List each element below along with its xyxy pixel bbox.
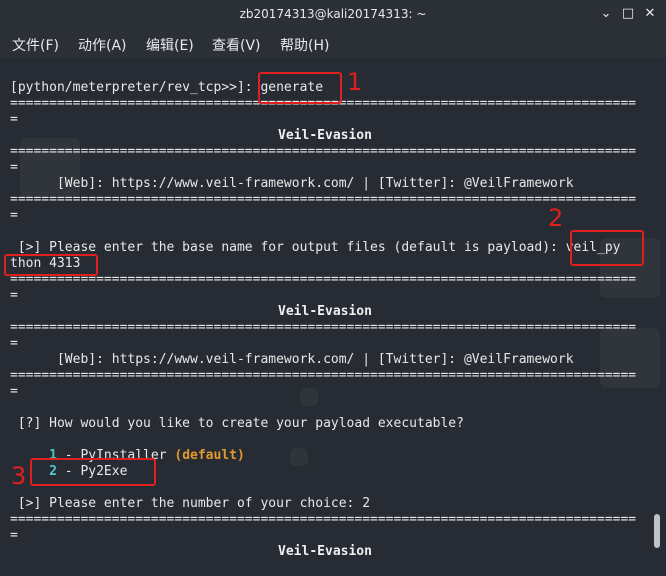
basename-line: [>] Please enter the base name for outpu… <box>10 240 621 256</box>
title-bar: zb20174313@kali20174313: ~ ⌄ □ ✕ <box>0 0 666 30</box>
terminal-window: zb20174313@kali20174313: ~ ⌄ □ ✕ 文件(F) 动… <box>0 0 666 576</box>
menu-edit[interactable]: 编辑(E) <box>146 35 194 55</box>
option-1-default: (default) <box>174 448 245 463</box>
annotation-box-3 <box>30 458 156 486</box>
annotation-box-2b <box>4 254 98 276</box>
scrollbar-thumb[interactable] <box>654 514 660 548</box>
web-line: [Web]: https://www.veil-framework.com/ |… <box>10 176 574 191</box>
choice-prompt: [>] Please enter the number of your choi… <box>10 496 371 511</box>
menu-bar: 文件(F) 动作(A) 编辑(E) 查看(V) 帮助(H) <box>0 30 666 58</box>
shell-prompt: [python/meterpreter/rev_tcp>>]: <box>10 80 261 95</box>
menu-action[interactable]: 动作(A) <box>78 35 127 55</box>
separator: ========================================… <box>10 320 637 335</box>
window-title: zb20174313@kali20174313: ~ <box>239 7 427 21</box>
separator-tail: = <box>10 112 18 127</box>
annotation-box-2a <box>570 230 644 266</box>
separator-tail: = <box>10 288 18 303</box>
separator: ========================================… <box>10 192 637 207</box>
separator-tail: = <box>10 528 18 543</box>
banner-title: Veil-Evasion <box>278 304 372 319</box>
separator: ========================================… <box>10 368 637 383</box>
separator: ========================================… <box>10 512 637 527</box>
menu-view[interactable]: 查看(V) <box>212 35 261 55</box>
separator: ========================================… <box>10 144 637 159</box>
web-line: [Web]: https://www.veil-framework.com/ |… <box>10 352 574 367</box>
maximize-icon[interactable]: □ <box>620 6 636 22</box>
annotation-box-1 <box>258 72 342 104</box>
minimize-icon[interactable]: ⌄ <box>598 6 614 22</box>
separator-tail: = <box>10 336 18 351</box>
annotation-label-1: 1 <box>347 68 363 96</box>
terminal-area[interactable]: [python/meterpreter/rev_tcp>>]: generate… <box>0 58 666 576</box>
background-shape <box>300 388 318 406</box>
banner-title: Veil-Evasion <box>278 544 372 559</box>
basename-prompt: [>] Please enter the base name for outpu… <box>10 240 566 255</box>
separator-tail: = <box>10 384 18 399</box>
separator: ========================================… <box>10 272 637 287</box>
background-shape <box>290 448 308 466</box>
annotation-label-2: 2 <box>548 204 564 232</box>
annotation-label-3: 3 <box>11 462 27 490</box>
separator-tail: = <box>10 208 18 223</box>
menu-help[interactable]: 帮助(H) <box>280 35 329 55</box>
close-icon[interactable]: ✕ <box>642 6 658 22</box>
question-line: [?] How would you like to create your pa… <box>10 416 464 431</box>
menu-file[interactable]: 文件(F) <box>12 35 59 55</box>
separator-tail: = <box>10 160 18 175</box>
banner-title: Veil-Evasion <box>278 128 372 143</box>
